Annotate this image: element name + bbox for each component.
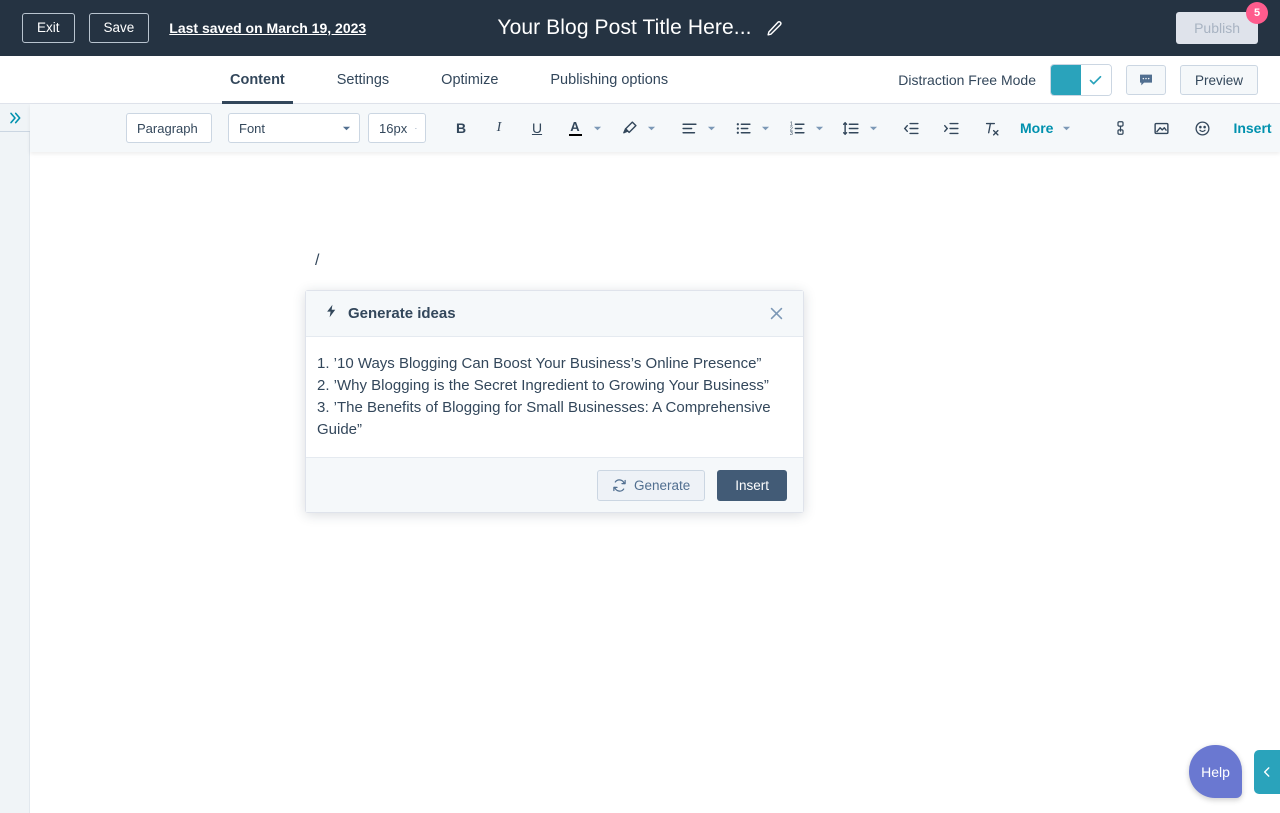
editor-body-text[interactable]: / xyxy=(315,252,319,270)
popup-footer: Generate Insert xyxy=(306,457,803,512)
tab-list: Content Settings Optimize Publishing opt… xyxy=(204,56,694,104)
exit-button[interactable]: Exit xyxy=(22,13,75,43)
italic-icon[interactable]: I xyxy=(486,113,512,143)
clear-formatting-icon[interactable] xyxy=(978,113,1004,143)
line-height-icon[interactable] xyxy=(838,113,864,143)
popup-header: Generate ideas xyxy=(306,291,803,337)
tab-settings[interactable]: Settings xyxy=(311,56,415,104)
bullet-list-icon[interactable] xyxy=(730,113,756,143)
outdent-icon[interactable] xyxy=(898,113,924,143)
save-button[interactable]: Save xyxy=(89,13,150,43)
align-dropdown-caret[interactable] xyxy=(702,124,720,133)
comment-icon-button[interactable] xyxy=(1126,65,1166,95)
indent-icon[interactable] xyxy=(938,113,964,143)
font-family-select[interactable]: Font xyxy=(228,113,360,143)
anchor-link-icon[interactable] xyxy=(1107,113,1133,143)
refresh-icon xyxy=(612,478,627,493)
distraction-free-mode-label: Distraction Free Mode xyxy=(898,72,1036,88)
tab-publishing-options[interactable]: Publishing options xyxy=(524,56,694,104)
status-badge: 5 xyxy=(1246,2,1268,24)
emoji-icon[interactable] xyxy=(1189,113,1215,143)
align-left-icon[interactable] xyxy=(676,113,702,143)
check-icon xyxy=(1088,73,1103,88)
toolbar-paragraph-group: 1 2 3 xyxy=(676,113,882,143)
toolbar-indent-group: More xyxy=(898,113,1075,143)
line-height-dropdown-caret[interactable] xyxy=(864,124,882,133)
toolbar-format-group: Paragraph xyxy=(126,113,212,143)
more-dropdown-caret[interactable] xyxy=(1057,124,1075,133)
top-navigation-bar: Exit Save Last saved on March 19, 2023 Y… xyxy=(0,0,1280,56)
toggle-knob xyxy=(1081,65,1111,95)
comment-icon xyxy=(1138,72,1154,88)
editor-toolbar: Paragraph Font 16px B I U A xyxy=(30,104,1280,152)
text-color-dropdown-caret[interactable] xyxy=(588,124,606,133)
last-saved-link[interactable]: Last saved on March 19, 2023 xyxy=(169,20,366,36)
bold-icon[interactable]: B xyxy=(448,113,474,143)
chevron-left-icon xyxy=(1260,765,1274,779)
insert-dropdown-caret[interactable] xyxy=(1276,124,1280,133)
double-chevron-right-icon xyxy=(7,110,23,126)
chevron-down-icon xyxy=(342,124,351,133)
insert-dropdown-button[interactable]: Insert xyxy=(1229,120,1275,136)
expand-sidebar-button[interactable] xyxy=(0,104,30,132)
editor-tab-bar: Content Settings Optimize Publishing opt… xyxy=(0,56,1280,104)
chevron-down-icon xyxy=(415,124,417,133)
bullet-list-dropdown-caret[interactable] xyxy=(756,124,774,133)
topbar-right-group: Publish 5 xyxy=(1176,0,1258,56)
font-size-value: 16px xyxy=(379,121,407,136)
tabbar-right-group: Distraction Free Mode Preview xyxy=(898,56,1258,104)
list-item: 1. ’10 Ways Blogging Can Boost Your Busi… xyxy=(317,353,787,375)
numbered-list-dropdown-caret[interactable] xyxy=(810,124,828,133)
numbered-list-icon[interactable]: 1 2 3 xyxy=(784,113,810,143)
pencil-icon[interactable] xyxy=(766,20,783,37)
left-gutter xyxy=(0,104,30,813)
list-item: 3. ’The Benefits of Blogging for Small B… xyxy=(317,397,787,441)
list-item: 2. ’Why Blogging is the Secret Ingredien… xyxy=(317,375,787,397)
page-title: Your Blog Post Title Here... xyxy=(497,16,751,40)
underline-icon[interactable]: U xyxy=(524,113,550,143)
tab-content[interactable]: Content xyxy=(204,56,311,104)
more-dropdown-button[interactable]: More xyxy=(1016,120,1057,136)
block-format-select[interactable]: Paragraph xyxy=(126,113,212,143)
edge-panel-toggle[interactable] xyxy=(1254,750,1280,794)
publish-button-wrapper: Publish 5 xyxy=(1176,12,1258,44)
generate-button[interactable]: Generate xyxy=(597,470,705,501)
distraction-free-mode-toggle[interactable] xyxy=(1050,64,1112,96)
toggle-track-fill xyxy=(1051,65,1081,95)
help-button[interactable]: Help xyxy=(1189,745,1242,798)
close-icon[interactable] xyxy=(764,301,789,326)
highlight-dropdown-caret[interactable] xyxy=(642,124,660,133)
toolbar-inline-style-group: B I U A xyxy=(448,113,660,143)
highlighter-icon[interactable] xyxy=(616,113,642,143)
lightning-bolt-icon xyxy=(324,303,339,324)
insert-button[interactable]: Insert xyxy=(717,470,787,501)
toolbar-font-group: Font 16px xyxy=(228,113,426,143)
generate-button-label: Generate xyxy=(634,478,690,493)
text-color-icon[interactable]: A xyxy=(562,113,588,143)
topbar-left-group: Exit Save Last saved on March 19, 2023 xyxy=(0,13,366,43)
svg-text:3: 3 xyxy=(789,130,792,136)
block-format-value: Paragraph xyxy=(137,121,198,136)
popup-body: 1. ’10 Ways Blogging Can Boost Your Busi… xyxy=(306,337,803,457)
generate-ideas-popup: Generate ideas 1. ’10 Ways Blogging Can … xyxy=(305,290,804,513)
tab-optimize[interactable]: Optimize xyxy=(415,56,524,104)
font-size-select[interactable]: 16px xyxy=(368,113,426,143)
popup-title: Generate ideas xyxy=(348,305,456,322)
toolbar-insert-group: Insert xyxy=(1107,113,1280,143)
preview-button[interactable]: Preview xyxy=(1180,65,1258,95)
font-family-value: Font xyxy=(239,121,265,136)
image-icon[interactable] xyxy=(1148,113,1174,143)
